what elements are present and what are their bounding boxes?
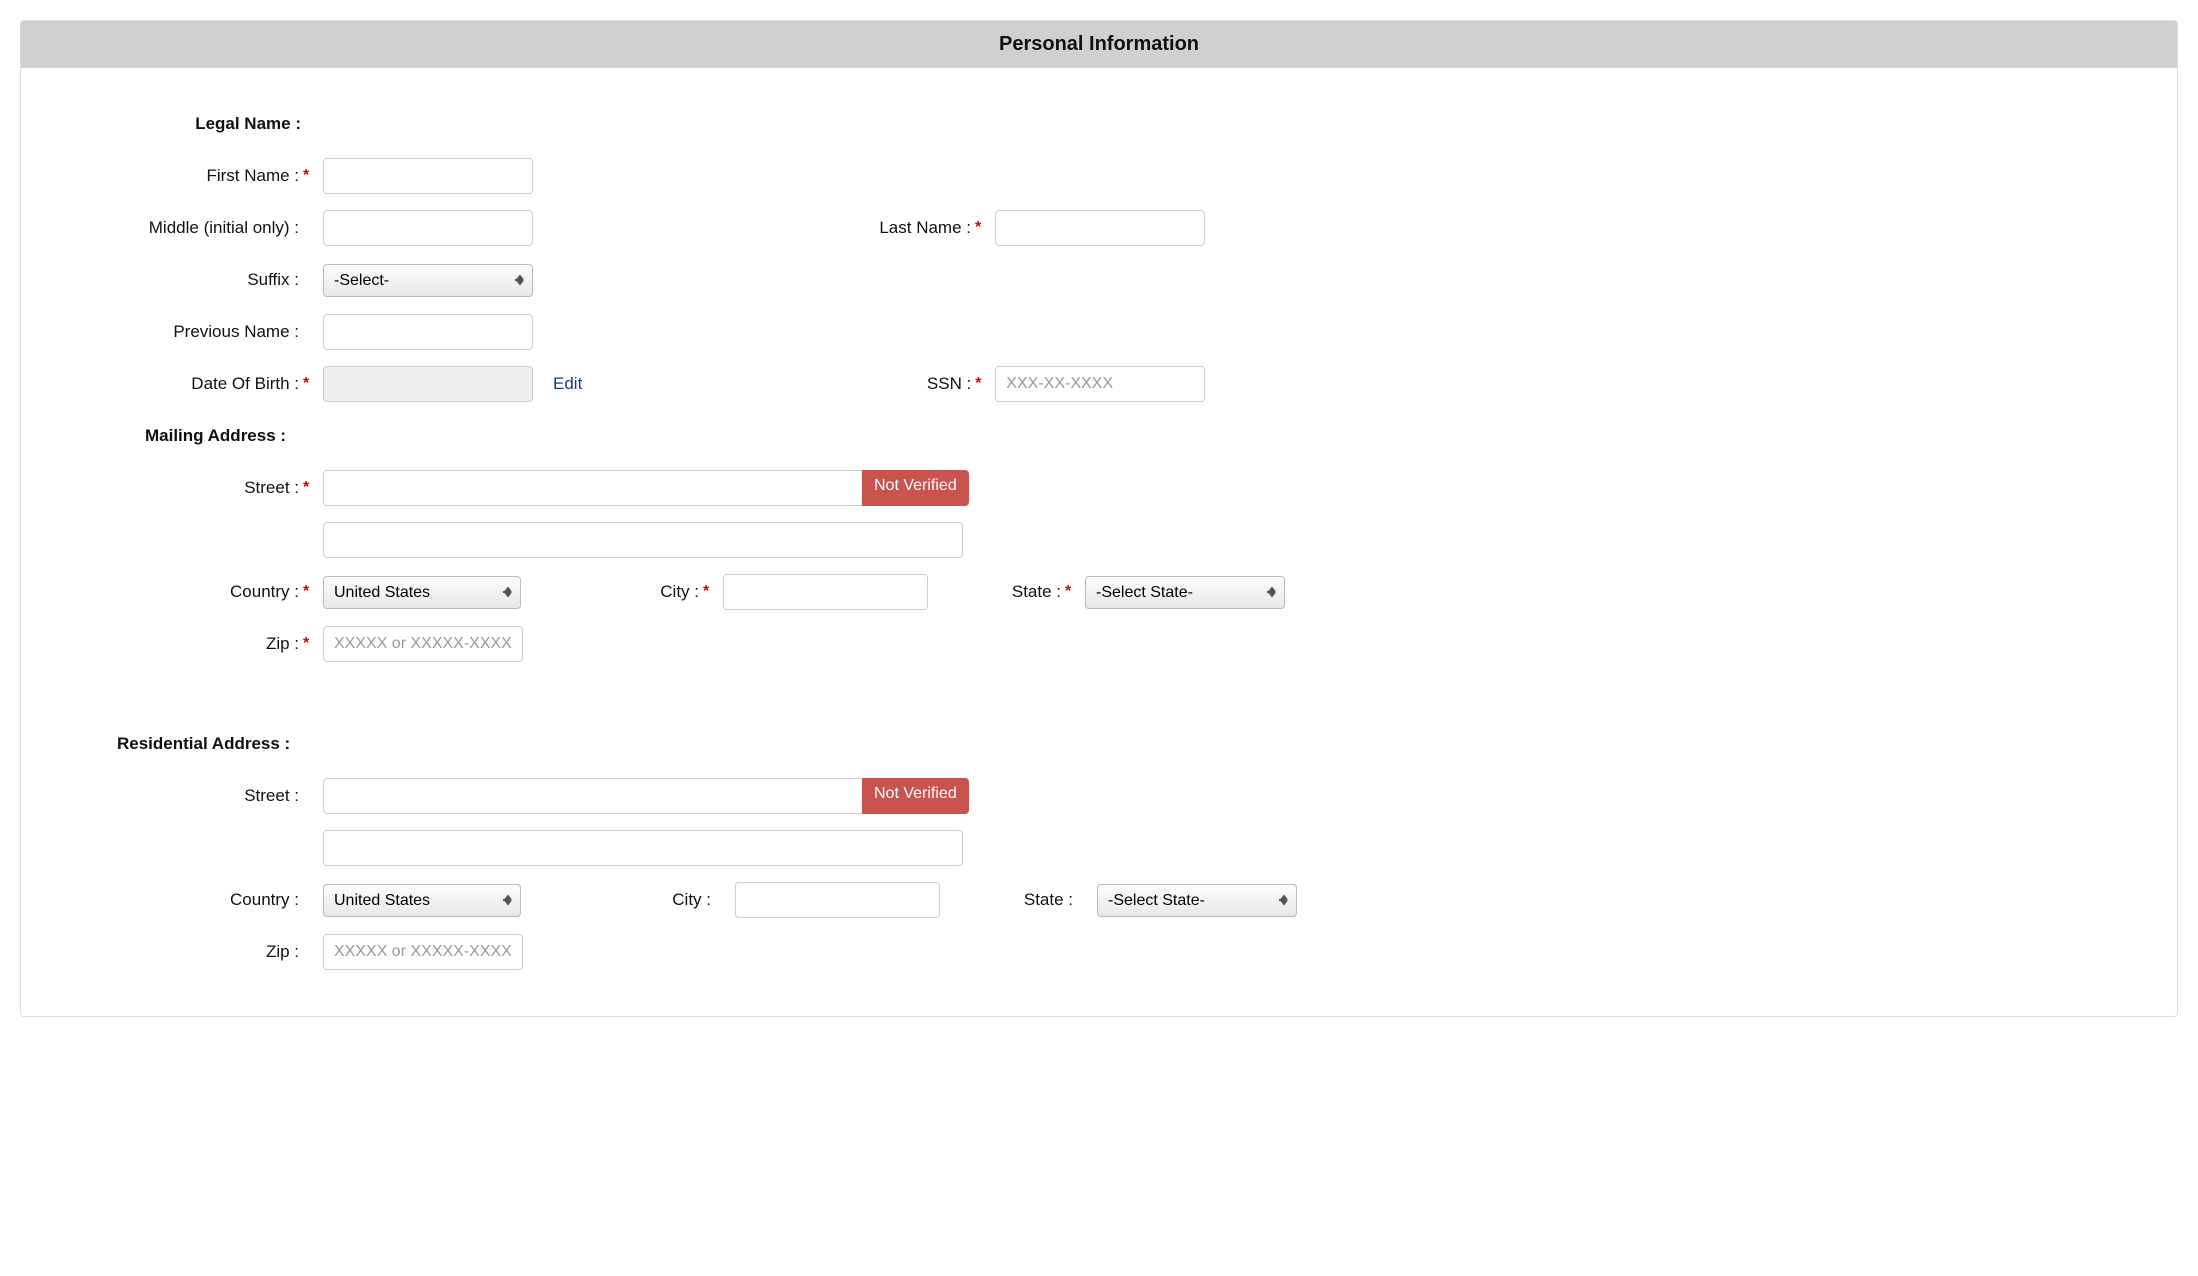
residential-address-section-label: Residential Address : [117, 734, 290, 754]
residential-country-label: Country : [121, 890, 301, 910]
required-mark: * [303, 375, 315, 393]
residential-state-label: State : [940, 890, 1075, 910]
required-mark: * [975, 375, 987, 393]
suffix-select[interactable]: -Select- [323, 264, 533, 297]
mailing-zip-label: Zip : [121, 634, 301, 654]
required-mark: * [703, 583, 715, 601]
suffix-label: Suffix : [121, 270, 301, 290]
residential-state-select[interactable]: -Select State- [1097, 884, 1297, 917]
mailing-street2-input[interactable] [323, 522, 963, 558]
not-verified-badge: Not Verified [862, 778, 969, 814]
required-mark: * [303, 583, 315, 601]
residential-street-label: Street : [121, 786, 301, 806]
mailing-country-label: Country : [121, 582, 301, 602]
residential-zip-input[interactable] [323, 934, 523, 970]
previous-name-label: Previous Name : [121, 322, 301, 342]
edit-dob-link[interactable]: Edit [553, 374, 582, 394]
last-name-label: Last Name : [533, 218, 973, 238]
panel-title: Personal Information [21, 21, 2177, 68]
mailing-street1-input[interactable] [323, 470, 863, 506]
panel-body: Legal Name : First Name : * Middle (init… [21, 68, 2177, 1016]
required-mark: * [303, 479, 315, 497]
required-mark: * [303, 635, 315, 653]
mailing-city-input[interactable] [723, 574, 928, 610]
residential-city-label: City : [521, 890, 713, 910]
mailing-state-select[interactable]: -Select State- [1085, 576, 1285, 609]
residential-street1-input[interactable] [323, 778, 863, 814]
mailing-country-select[interactable]: United States [323, 576, 521, 609]
middle-name-input[interactable] [323, 210, 533, 246]
mailing-city-label: City : [521, 582, 701, 602]
mailing-street-label: Street : [121, 478, 301, 498]
required-mark: * [1065, 583, 1077, 601]
first-name-input[interactable] [323, 158, 533, 194]
previous-name-input[interactable] [323, 314, 533, 350]
required-mark: * [975, 219, 987, 237]
mailing-state-label: State : [928, 582, 1063, 602]
mailing-address-section-label: Mailing Address : [145, 426, 286, 446]
ssn-input[interactable] [995, 366, 1205, 402]
ssn-label: SSN : [582, 374, 973, 394]
middle-name-label: Middle (initial only) : [121, 218, 301, 238]
personal-information-panel: Personal Information Legal Name : First … [20, 20, 2178, 1017]
residential-country-select[interactable]: United States [323, 884, 521, 917]
first-name-label: First Name : [121, 166, 301, 186]
required-mark: * [303, 167, 315, 185]
last-name-input[interactable] [995, 210, 1205, 246]
residential-street2-input[interactable] [323, 830, 963, 866]
dob-input [323, 366, 533, 402]
not-verified-badge: Not Verified [862, 470, 969, 506]
dob-label: Date Of Birth : [121, 374, 301, 394]
legal-name-section-label: Legal Name : [121, 114, 301, 134]
residential-city-input[interactable] [735, 882, 940, 918]
mailing-zip-input[interactable] [323, 626, 523, 662]
residential-zip-label: Zip : [121, 942, 301, 962]
